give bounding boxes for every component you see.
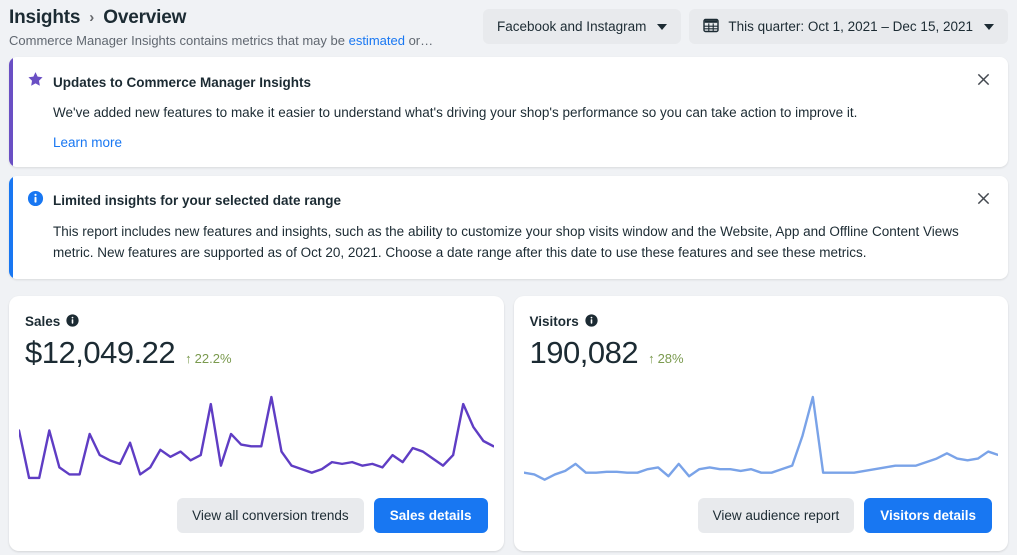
subtitle-suffix: or…	[405, 33, 433, 48]
breadcrumb: Insights › Overview	[9, 8, 433, 27]
info-circle-icon	[27, 190, 44, 212]
breadcrumb-separator-icon: ›	[89, 10, 94, 25]
metric-delta: ↑ 28%	[648, 351, 684, 366]
sales-sparkline-svg	[19, 391, 494, 491]
page-header: Insights › Overview Commerce Manager Ins…	[0, 0, 1017, 57]
metric-row: $12,049.22 ↑ 22.2%	[25, 335, 488, 371]
close-icon	[976, 191, 991, 209]
view-all-conversion-trends-button[interactable]: View all conversion trends	[177, 498, 364, 533]
card-label-row: Visitors	[530, 314, 993, 330]
page-title: Overview	[103, 8, 186, 27]
close-banner-limited-insights-button[interactable]	[972, 189, 994, 211]
card-sales: Sales $12,049.22 ↑ 22.2% View all conver…	[9, 296, 504, 551]
metric-row: 190,082 ↑ 28%	[530, 335, 993, 371]
subtitle-prefix: Commerce Manager Insights contains metri…	[9, 33, 349, 48]
card-title: Sales	[25, 314, 60, 329]
star-icon	[27, 71, 44, 93]
sales-sparkline-chart	[19, 391, 494, 491]
card-label-row: Sales	[25, 314, 488, 330]
header-controls: Facebook and Instagram This quarter: Oct…	[483, 6, 1008, 44]
card-actions: View all conversion trends Sales details	[177, 498, 487, 533]
banner-title: Limited insights for your selected date …	[53, 193, 341, 208]
channel-filter-label: Facebook and Instagram	[497, 19, 646, 34]
chevron-down-icon	[984, 24, 994, 30]
visitors-details-button[interactable]: Visitors details	[864, 498, 992, 533]
date-range-dropdown[interactable]: This quarter: Oct 1, 2021 – Dec 15, 2021	[689, 9, 1008, 44]
card-title: Visitors	[530, 314, 579, 329]
banner-body: We've added new features to make it easi…	[53, 103, 962, 124]
banner-limited-insights: Limited insights for your selected date …	[9, 176, 1008, 279]
metric-cards: Sales $12,049.22 ↑ 22.2% View all conver…	[0, 288, 1017, 551]
page-subtitle: Commerce Manager Insights contains metri…	[9, 33, 433, 48]
metric-value: $12,049.22	[25, 335, 175, 371]
card-actions: View audience report Visitors details	[698, 498, 992, 533]
channel-filter-dropdown[interactable]: Facebook and Instagram	[483, 9, 681, 44]
chevron-down-icon	[657, 24, 667, 30]
learn-more-link[interactable]: Learn more	[53, 135, 122, 150]
header-left: Insights › Overview Commerce Manager Ins…	[9, 6, 433, 48]
banner-updates: Updates to Commerce Manager Insights We'…	[9, 57, 1008, 167]
banner-body: This report includes new features and in…	[53, 222, 962, 264]
date-range-label: This quarter: Oct 1, 2021 – Dec 15, 2021	[728, 19, 973, 34]
view-audience-report-button[interactable]: View audience report	[698, 498, 855, 533]
close-icon	[976, 72, 991, 90]
delta-value: 28%	[658, 351, 684, 366]
card-visitors: Visitors 190,082 ↑ 28% View audience rep…	[514, 296, 1009, 551]
arrow-up-icon: ↑	[185, 352, 192, 365]
info-icon[interactable]	[66, 314, 79, 330]
banner-header: Limited insights for your selected date …	[27, 190, 962, 212]
info-icon[interactable]	[585, 314, 598, 330]
metric-delta: ↑ 22.2%	[185, 351, 231, 366]
banner-title: Updates to Commerce Manager Insights	[53, 75, 311, 90]
visitors-sparkline-chart	[524, 391, 999, 491]
visitors-sparkline-svg	[524, 391, 999, 491]
close-banner-updates-button[interactable]	[972, 70, 994, 92]
notification-banners: Updates to Commerce Manager Insights We'…	[0, 57, 1017, 279]
breadcrumb-insights[interactable]: Insights	[9, 8, 80, 27]
arrow-up-icon: ↑	[648, 352, 655, 365]
subtitle-estimated-link[interactable]: estimated	[349, 33, 405, 48]
metric-value: 190,082	[530, 335, 639, 371]
delta-value: 22.2%	[195, 351, 232, 366]
banner-header: Updates to Commerce Manager Insights	[27, 71, 962, 93]
sales-details-button[interactable]: Sales details	[374, 498, 488, 533]
calendar-icon	[703, 17, 719, 36]
